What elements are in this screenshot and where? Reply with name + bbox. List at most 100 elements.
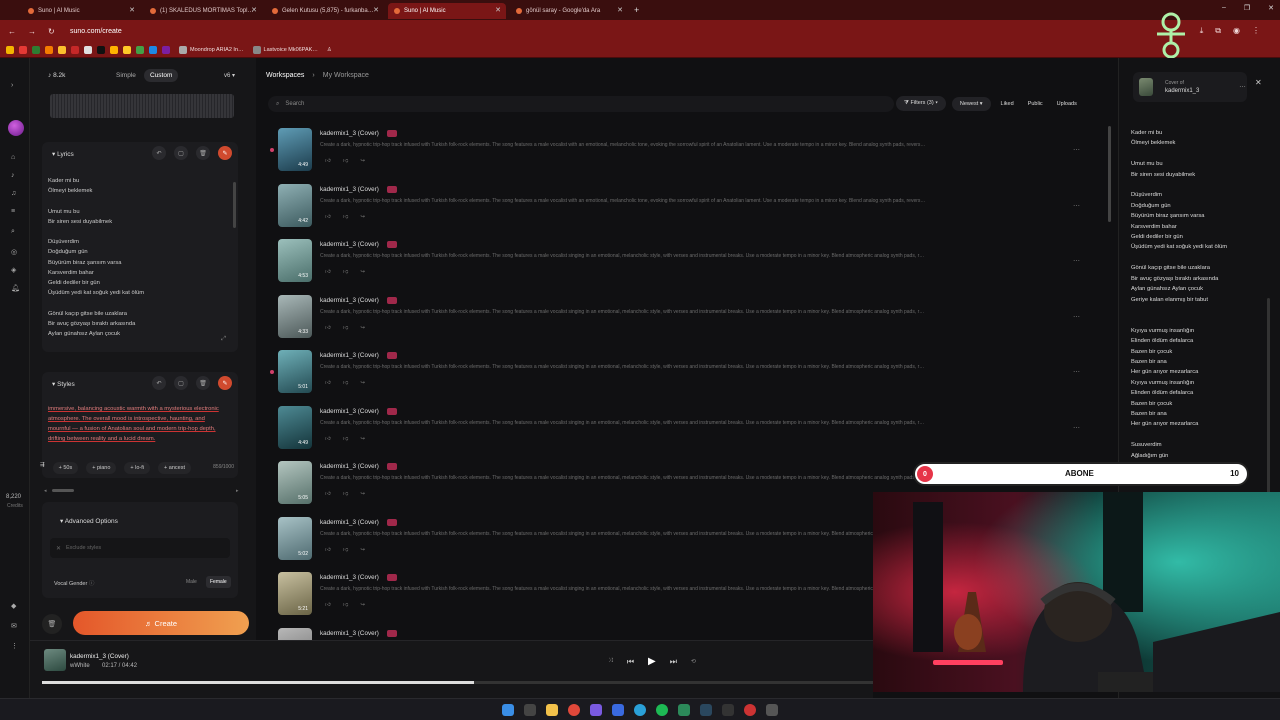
tags-scrollbar[interactable] <box>52 489 74 492</box>
song-title[interactable]: kadermix1_3 (Cover) <box>320 463 379 470</box>
tag-pill[interactable]: + ancest <box>158 462 191 474</box>
close-tab-icon[interactable]: ✕ <box>617 6 623 14</box>
bookmark-icon[interactable] <box>149 45 157 54</box>
close-window-icon[interactable]: ✕ <box>1268 4 1274 12</box>
close-tab-icon[interactable]: ✕ <box>373 6 379 14</box>
magic-pen-icon[interactable]: ✎ <box>218 146 232 160</box>
share-icon[interactable]: ↪ <box>360 380 365 386</box>
clear-button[interactable]: 🗑︎ <box>42 614 62 634</box>
song-cover[interactable]: 5:01 <box>278 350 312 393</box>
home-icon[interactable]: ⌂ <box>11 154 15 161</box>
spotify-icon[interactable] <box>656 704 668 716</box>
workspace-scrollbar[interactable] <box>1108 126 1111 222</box>
more-options-icon[interactable]: ⋯ <box>1073 313 1080 321</box>
file-explorer-icon[interactable] <box>546 704 558 716</box>
tag-pill[interactable]: + lo-fi <box>124 462 151 474</box>
collapse-icon[interactable]: › <box>11 82 13 89</box>
share-icon[interactable]: ↪ <box>360 602 365 608</box>
studio-icon[interactable]: ♫ <box>11 190 16 197</box>
close-tab-icon[interactable]: ✕ <box>251 6 257 14</box>
dislike-icon[interactable]: 👎︎ <box>343 491 349 497</box>
song-title[interactable]: kadermix1_3 (Cover) <box>320 241 379 248</box>
explore-icon[interactable]: ◈ <box>11 266 16 274</box>
mode-custom-tab[interactable]: Custom <box>144 69 179 82</box>
public-filter[interactable]: Public <box>1024 97 1047 111</box>
app-icon[interactable] <box>766 704 778 716</box>
playback-progress[interactable] <box>42 681 873 684</box>
bookmark-icon[interactable] <box>162 45 170 54</box>
browser-tab[interactable]: Suno | AI Music ✕ <box>388 3 506 19</box>
share-icon[interactable]: ↪ <box>360 214 365 220</box>
song-row[interactable]: 4:33 kadermix1_3 (Cover) Create a dark, hy… <box>270 293 1110 349</box>
song-title[interactable]: kadermix1_3 (Cover) <box>320 186 379 193</box>
sort-button[interactable]: Newest ▾ <box>951 96 991 111</box>
share-icon[interactable]: ↪ <box>360 158 365 164</box>
vocal-female-option[interactable]: Female <box>206 576 231 588</box>
panel-scrollbar[interactable] <box>1267 298 1270 498</box>
like-icon[interactable]: 👍︎ <box>325 214 331 220</box>
create-button[interactable]: ♬ Create <box>73 611 249 635</box>
next-icon[interactable]: ⏭︎ <box>670 657 677 667</box>
now-playing-cover[interactable] <box>44 649 66 671</box>
song-cover[interactable]: 4:49 <box>278 405 312 449</box>
app-icon[interactable] <box>744 704 756 716</box>
delete-icon[interactable]: 🗑︎ <box>196 146 210 160</box>
song-cover[interactable]: 4:53 <box>278 239 312 282</box>
exclude-styles-input[interactable]: Exclude styles <box>50 538 230 558</box>
like-icon[interactable]: 👍︎ <box>325 436 331 442</box>
bookmark-icon[interactable] <box>58 45 66 54</box>
bookmark-icon[interactable] <box>136 45 144 54</box>
search-input[interactable]: ⌕ Search <box>268 96 894 112</box>
menu-icon[interactable]: ⋮ <box>1252 26 1260 36</box>
bookmark-icon[interactable] <box>84 45 92 54</box>
more-icon[interactable]: ⋮ <box>11 642 18 650</box>
upgrade-icon[interactable]: ◆ <box>11 602 16 610</box>
telegram-icon[interactable] <box>634 704 646 716</box>
song-title[interactable]: kadermix1_3 (Cover) <box>320 630 379 637</box>
cover-thumbnail[interactable] <box>1139 78 1153 96</box>
dislike-icon[interactable]: 👎︎ <box>343 547 349 553</box>
song-row[interactable]: 4:53 kadermix1_3 (Cover) Create a dark, hy… <box>270 237 1110 293</box>
create-icon[interactable]: ♪ <box>11 172 15 179</box>
song-cover[interactable]: 5:02 <box>278 516 312 560</box>
more-options-icon[interactable]: ⋯ <box>1073 257 1080 265</box>
more-options-icon[interactable]: ⋯ <box>1073 424 1080 432</box>
bookmark-icon[interactable] <box>19 45 27 54</box>
song-title[interactable]: kadermix1_3 (Cover) <box>320 408 379 415</box>
audio-waveform[interactable] <box>50 94 234 118</box>
start-icon[interactable] <box>502 704 514 716</box>
close-tab-icon[interactable]: ✕ <box>129 6 135 14</box>
song-title[interactable]: kadermix1_3 (Cover) <box>320 574 379 581</box>
breadcrumb-root[interactable]: Workspaces <box>266 72 304 79</box>
lyrics-textarea[interactable]: Kader mi bu Ölmeyi beklemek Umut mu bu B… <box>48 176 228 339</box>
liked-filter[interactable]: Liked <box>997 97 1018 111</box>
dislike-icon[interactable]: 👎︎ <box>343 158 349 164</box>
like-icon[interactable]: 👍︎ <box>325 158 331 164</box>
song-title[interactable]: kadermix1_3 (Cover) <box>320 130 379 137</box>
app-icon[interactable] <box>722 704 734 716</box>
copy-icon[interactable]: ▢ <box>174 376 188 390</box>
shuffle-icon[interactable]: ⤨ <box>608 658 613 665</box>
lyrics-scrollbar[interactable] <box>233 182 236 228</box>
more-options-icon[interactable]: ⋯ <box>1073 368 1080 376</box>
styles-textarea[interactable]: immersive, balancing acoustic warmth wit… <box>48 404 228 444</box>
song-cover[interactable]: 5:21 <box>278 572 312 615</box>
browser-tab[interactable]: Suno | AI Music ✕ <box>22 3 140 19</box>
hooks-icon[interactable]: ◎ <box>11 248 17 256</box>
song-row[interactable]: 5:01 kadermix1_3 (Cover) Create a dark, hy… <box>270 348 1110 404</box>
share-icon[interactable]: ↪ <box>360 325 365 331</box>
play-icon[interactable]: ▶ <box>648 656 656 667</box>
like-icon[interactable]: 👍︎ <box>325 491 331 497</box>
song-cover[interactable]: 5:05 <box>278 461 312 504</box>
lyrics-header[interactable]: ▾ Lyrics <box>52 150 74 158</box>
song-title[interactable]: kadermix1_3 (Cover) <box>320 519 379 526</box>
minimize-icon[interactable]: – <box>1222 4 1226 12</box>
now-playing-title[interactable]: kadermix1_3 (Cover) <box>70 653 129 660</box>
profile-bookmark-icon[interactable]: ♙ <box>327 47 332 53</box>
chrome-icon[interactable] <box>568 704 580 716</box>
song-row[interactable]: 4:42 kadermix1_3 (Cover) Create a dark, hy… <box>270 182 1110 238</box>
song-row[interactable]: 4:49 kadermix1_3 (Cover) Create a dark, hy… <box>270 404 1110 460</box>
dislike-icon[interactable]: 👎︎ <box>343 602 349 608</box>
profile-icon[interactable]: ◉ <box>1233 26 1240 36</box>
dislike-icon[interactable]: 👎︎ <box>343 380 349 386</box>
